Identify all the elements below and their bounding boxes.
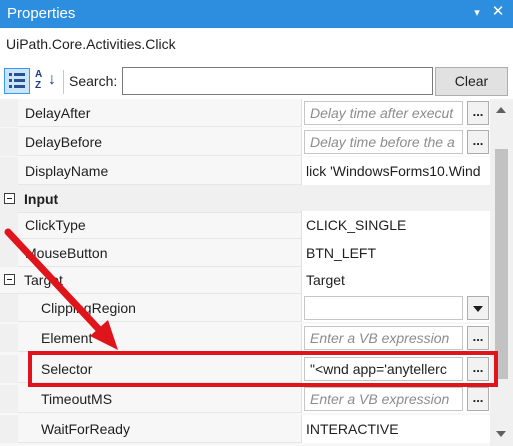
property-name: WaitForReady xyxy=(41,421,130,437)
property-row-clicktype[interactable]: ClickType CLICK_SINGLE xyxy=(0,211,490,239)
placeholder-text: Delay time after execut xyxy=(310,105,454,121)
displayname-value[interactable]: lick 'WindowsForms10.Wind xyxy=(306,163,488,179)
pin-icon[interactable]: ▾ xyxy=(470,4,484,22)
property-row-delayafter[interactable]: DelayAfter Delay time after execut ... xyxy=(0,99,490,127)
property-name: TimeoutMS xyxy=(41,391,113,407)
clear-button[interactable]: Clear xyxy=(435,67,508,96)
selected-object-name: UiPath.Core.Activities.Click xyxy=(6,36,176,52)
target-value[interactable]: Target xyxy=(306,272,488,288)
delayafter-input[interactable]: Delay time after execut xyxy=(304,101,463,125)
clippingregion-input[interactable] xyxy=(304,296,463,320)
category-row-input[interactable]: Input xyxy=(0,185,490,213)
property-name: DelayAfter xyxy=(25,105,91,121)
selector-highlight-box xyxy=(28,351,498,387)
property-name: MouseButton xyxy=(25,245,108,261)
expression-editor-button[interactable]: ... xyxy=(467,130,489,154)
property-row-timeoutms[interactable]: TimeoutMS Enter a VB expression ... xyxy=(0,385,490,413)
chevron-down-icon xyxy=(473,306,483,312)
clicktype-value[interactable]: CLICK_SINGLE xyxy=(306,217,488,233)
search-label: Search: xyxy=(69,73,118,89)
property-row-waitforready[interactable]: WaitForReady INTERACTIVE xyxy=(0,415,490,443)
property-row-target[interactable]: Target Target xyxy=(0,266,490,294)
property-name: Element xyxy=(41,330,93,346)
title-bar: Properties ▾ ✕ xyxy=(0,0,513,28)
property-name: ClippingRegion xyxy=(41,300,136,316)
alphabetical-sort-icon[interactable]: A Z ↓ xyxy=(33,68,59,94)
property-name: DisplayName xyxy=(25,163,109,179)
delaybefore-input[interactable]: Delay time before the a xyxy=(304,130,463,154)
property-row-element[interactable]: Element Enter a VB expression ... xyxy=(0,324,490,352)
scroll-thumb[interactable] xyxy=(495,149,508,379)
placeholder-text: Delay time before the a xyxy=(310,134,455,150)
property-row-mousebutton[interactable]: MouseButton BTN_LEFT xyxy=(0,239,490,267)
mousebutton-value[interactable]: BTN_LEFT xyxy=(306,245,488,261)
timeoutms-input[interactable]: Enter a VB expression xyxy=(304,387,463,411)
expression-editor-button[interactable]: ... xyxy=(467,387,489,411)
property-row-delaybefore[interactable]: DelayBefore Delay time before the a ... xyxy=(0,128,490,156)
expression-editor-button[interactable]: ... xyxy=(467,101,489,125)
search-input[interactable] xyxy=(122,67,433,95)
placeholder-text: Enter a VB expression xyxy=(310,330,450,346)
close-icon[interactable]: ✕ xyxy=(490,3,506,21)
category-name: Input xyxy=(24,191,59,207)
categorized-view-icon[interactable] xyxy=(4,68,30,94)
dropdown-button[interactable] xyxy=(467,296,489,320)
element-input[interactable]: Enter a VB expression xyxy=(304,326,463,350)
property-name: ClickType xyxy=(25,217,86,233)
scroll-up-icon[interactable] xyxy=(496,107,506,113)
vertical-scrollbar[interactable] xyxy=(490,99,513,446)
window-title: Properties xyxy=(7,5,76,22)
scroll-down-icon[interactable] xyxy=(496,431,506,437)
property-grid: DelayAfter Delay time after execut ... D… xyxy=(0,99,490,446)
property-row-clippingregion[interactable]: ClippingRegion xyxy=(0,294,490,322)
collapse-icon[interactable] xyxy=(4,274,15,285)
property-name: Target xyxy=(24,272,63,288)
property-name: DelayBefore xyxy=(25,134,103,150)
toolbar-divider xyxy=(63,70,64,94)
waitforready-value[interactable]: INTERACTIVE xyxy=(306,421,488,437)
collapse-icon[interactable] xyxy=(4,193,15,204)
expression-editor-button[interactable]: ... xyxy=(467,326,489,350)
property-row-displayname[interactable]: DisplayName lick 'WindowsForms10.Wind xyxy=(0,157,490,185)
placeholder-text: Enter a VB expression xyxy=(310,391,450,407)
